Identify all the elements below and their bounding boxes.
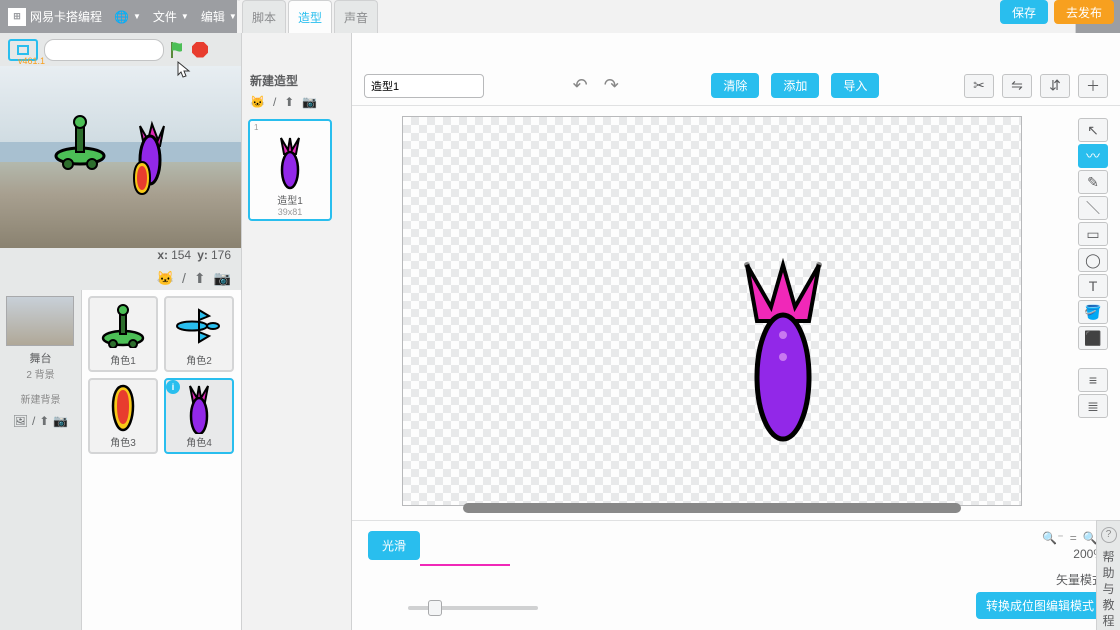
flip-h-icon[interactable]: ⇋ (1002, 74, 1032, 98)
top-actions: 保存 去发布 (1000, 0, 1114, 24)
zoom-reset-icon[interactable]: = (1070, 531, 1077, 545)
canvas-scrollbar[interactable] (463, 503, 961, 513)
costume-card-1[interactable]: 1 造型1 39x81 (248, 119, 332, 221)
crop-icon[interactable]: ✂ (964, 74, 994, 98)
new-backdrop-label: 新建背景 (6, 391, 75, 406)
help-icon: ? (1101, 527, 1117, 543)
zoom-out-icon[interactable]: 🔍⁻ (1042, 531, 1063, 545)
erase-tool-icon[interactable]: ⬛ (1078, 326, 1108, 350)
cost-library-icon[interactable]: 🐱 (250, 95, 265, 109)
pen-tool-icon[interactable]: ✎ (1078, 170, 1108, 194)
publish-button[interactable]: 去发布 (1054, 0, 1114, 24)
costume-tools: 🐱 / ⬆ 📷 (242, 95, 351, 115)
save-button[interactable]: 保存 (1000, 0, 1048, 24)
stage-sprite-3 (130, 160, 154, 196)
sprite-card-2[interactable]: 角色2 (164, 296, 234, 372)
stage-preview[interactable] (0, 66, 241, 248)
library-icon[interactable]: 🐱 (157, 270, 174, 287)
new-costume-label: 新建造型 (242, 66, 351, 95)
costume-panel: 脚本 造型 声音 新建造型 🐱 / ⬆ 📷 1 造型1 39x81 (242, 33, 352, 630)
stop-button[interactable] (192, 42, 208, 58)
upload-icon[interactable]: ⬆ (194, 270, 206, 287)
cost-upload-icon[interactable]: ⬆ (284, 95, 294, 109)
rect-tool-icon[interactable]: ▭ (1078, 222, 1108, 246)
bg-upload-icon[interactable]: ⬆ (39, 414, 49, 428)
paint-editor: 保存 去发布 ↶ ↷ 清除 添加 导入 ✂ ⇋ ⇵ ＋ (352, 33, 1120, 630)
tab-sounds[interactable]: 声音 (334, 0, 378, 33)
cost-camera-icon[interactable]: 📷 (302, 95, 317, 109)
brand: ⊞ 网易卡搭编程 (8, 8, 102, 26)
layer-fwd-icon[interactable]: ≡ (1078, 368, 1108, 392)
stage-backdrop-count: 2 背景 (6, 366, 75, 381)
sprite-card-3[interactable]: 角色3 (88, 378, 158, 454)
smooth-button[interactable]: 光滑 (368, 531, 420, 560)
bg-library-icon[interactable]: 🖼 (13, 414, 28, 428)
tabs: 脚本 造型 声音 (242, 0, 380, 33)
oval-tool-icon[interactable]: ◯ (1078, 248, 1108, 272)
costume-list: 1 造型1 39x81 (242, 115, 351, 630)
project-name-input[interactable] (44, 39, 164, 61)
right-toolbar: ↖ 〰 ✎ ＼ ▭ ◯ T 🪣 ⬛ ≡ ≣ (1076, 116, 1112, 520)
file-menu[interactable]: 文件▼ (153, 8, 189, 25)
layer-back-icon[interactable]: ≣ (1078, 394, 1108, 418)
center-icon[interactable]: ＋ (1078, 74, 1108, 98)
stage-thumb[interactable] (6, 296, 74, 346)
logo-icon: ⊞ (8, 8, 26, 26)
tab-costumes[interactable]: 造型 (288, 0, 332, 33)
brand-label: 网易卡搭编程 (30, 8, 102, 25)
canvas-area (352, 106, 1076, 520)
left-panel: v461.1 x: 154 y: 176 🐱 / ⬆ 📷 舞台 2 背景 新建背… (0, 33, 242, 630)
bg-paint-icon[interactable]: / (32, 414, 35, 428)
switch-bitmap-button[interactable]: 转换成位图编辑模式 (976, 592, 1104, 619)
reshape-tool-icon[interactable]: 〰 (1078, 144, 1108, 168)
backdrop-tools: 🖼 / ⬆ 📷 (6, 414, 75, 428)
coords-readout: x: 154 y: 176 (0, 248, 241, 266)
width-indicator (420, 564, 510, 566)
line-tool-icon[interactable]: ＼ (1078, 196, 1108, 220)
camera-icon[interactable]: 📷 (214, 270, 231, 287)
sprite-area: 舞台 2 背景 新建背景 🖼 / ⬆ 📷 角色1 角色2 (0, 290, 241, 630)
width-slider-thumb[interactable] (428, 600, 442, 616)
globe-menu[interactable]: 🌐▼ (114, 10, 141, 24)
fill-tool-icon[interactable]: 🪣 (1078, 300, 1108, 324)
stage-label: 舞台 (6, 350, 75, 366)
canvas-artwork (733, 257, 833, 447)
cost-paint-icon[interactable]: / (273, 95, 276, 109)
green-flag-icon[interactable] (170, 41, 186, 59)
version-label: v461.1 (18, 56, 45, 66)
editor-toolbar: ↶ ↷ 清除 添加 导入 ✂ ⇋ ⇵ ＋ (352, 66, 1120, 106)
costume-name-input[interactable] (364, 74, 484, 98)
help-tab[interactable]: ? 帮 助 与 教 程 (1096, 520, 1120, 630)
sprite-card-1[interactable]: 角色1 (88, 296, 158, 372)
flip-v-icon[interactable]: ⇵ (1040, 74, 1070, 98)
add-button[interactable]: 添加 (771, 73, 819, 98)
topbar: ⊞ 网易卡搭编程 🌐▼ 文件▼ 编辑▼ ▲ ✂ ⤢ ⤡ 我▼ (0, 0, 1120, 33)
redo-icon[interactable]: ↷ (604, 75, 619, 96)
stage-column: 舞台 2 背景 新建背景 🖼 / ⬆ 📷 (0, 290, 82, 630)
sprite-info-icon[interactable]: i (166, 380, 180, 394)
stage-sprite-1 (50, 112, 110, 172)
paint-canvas[interactable] (402, 116, 1022, 506)
undo-icon[interactable]: ↶ (573, 75, 588, 96)
bg-camera-icon[interactable]: 📷 (53, 414, 68, 428)
editor-footer: 光滑 🔍⁻ = 🔍⁺ 200% 矢量模式 转换成位图编辑模式 (352, 520, 1120, 630)
sprite-grid: 角色1 角色2 角色3 i 角色4 (82, 290, 241, 630)
select-tool-icon[interactable]: ↖ (1078, 118, 1108, 142)
edit-menu[interactable]: 编辑▼ (201, 8, 237, 25)
vector-mode-label: 矢量模式 (976, 571, 1104, 588)
new-sprite-tools: 🐱 / ⬆ 📷 (0, 266, 241, 290)
import-button[interactable]: 导入 (831, 73, 879, 98)
clear-button[interactable]: 清除 (711, 73, 759, 98)
sprite-card-4[interactable]: i 角色4 (164, 378, 234, 454)
paint-icon[interactable]: / (182, 270, 186, 286)
tab-scripts[interactable]: 脚本 (242, 0, 286, 33)
zoom-percent: 200% (976, 547, 1104, 561)
text-tool-icon[interactable]: T (1078, 274, 1108, 298)
